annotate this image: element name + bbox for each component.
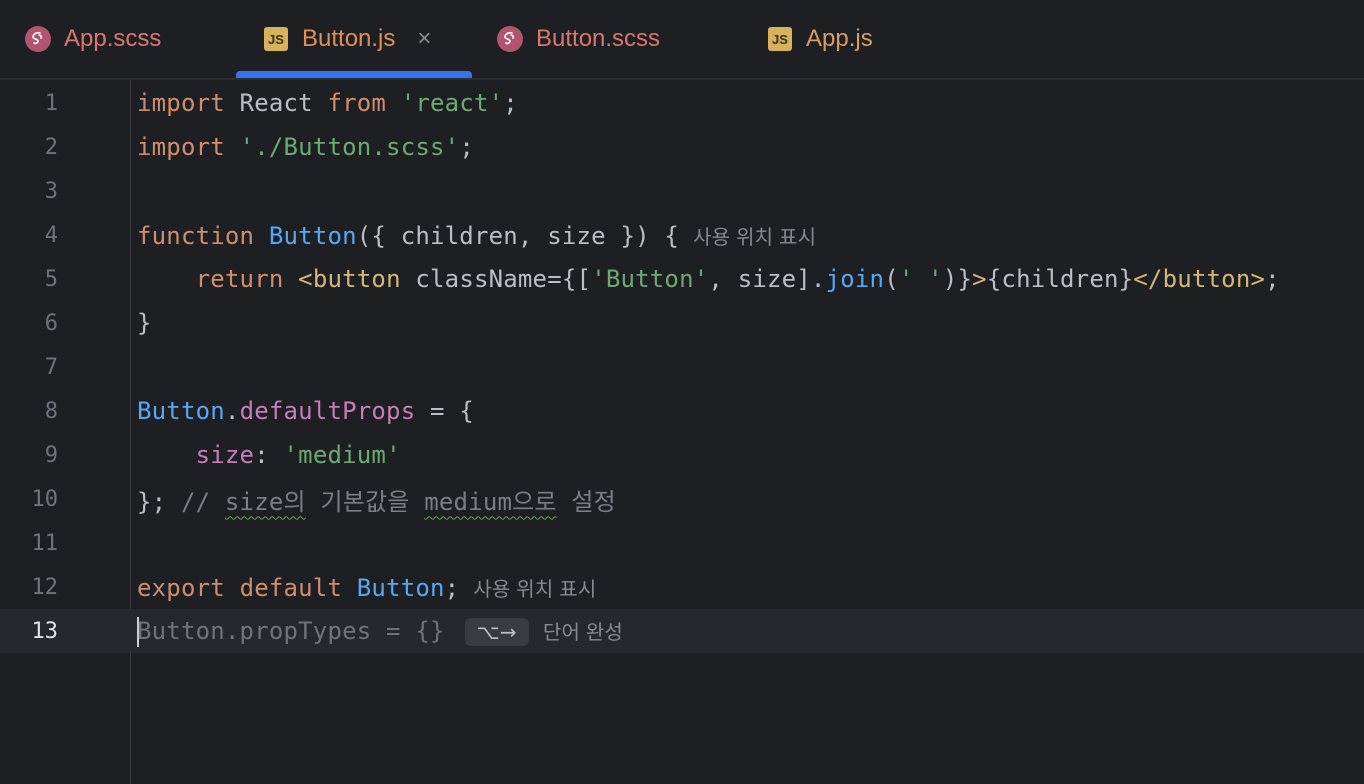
code-line[interactable]: 9 size: 'medium': [0, 433, 1364, 477]
close-tab-icon[interactable]: ×: [417, 25, 431, 53]
line-number: 11: [31, 530, 59, 556]
tab-button-scss[interactable]: Button.scss: [496, 0, 726, 78]
line-number: 7: [44, 354, 58, 380]
code-line[interactable]: 6 }: [0, 301, 1364, 345]
code-line[interactable]: 4 function Button({ children, size }) {사…: [0, 213, 1364, 257]
tab-label: App.js: [806, 25, 873, 52]
line-number: 8: [44, 398, 58, 424]
code-line[interactable]: 12 export default Button; 사용 위치 표시: [0, 565, 1364, 609]
show-usages-hint[interactable]: 사용 위치 표시: [473, 579, 596, 601]
show-usages-hint[interactable]: 사용 위치 표시: [693, 227, 816, 249]
code-text[interactable]: export default Button; 사용 위치 표시: [137, 573, 596, 602]
tab-label: App.scss: [64, 25, 162, 52]
code-text[interactable]: function Button({ children, size }) {사용 …: [137, 221, 816, 250]
accept-word-shortcut[interactable]: ⌥→: [464, 617, 529, 646]
code-text[interactable]: import React from 'react';: [137, 89, 518, 117]
line-number: 2: [44, 134, 58, 160]
code-text[interactable]: }; // size의 기본값을 medium으로 설정: [137, 482, 616, 517]
sass-file-icon: [496, 25, 524, 53]
code-text[interactable]: size: 'medium': [137, 441, 401, 469]
tab-app-js[interactable]: JS App.js: [766, 0, 946, 78]
spellcheck-word: medium으로: [424, 487, 557, 516]
current-code-line[interactable]: 13 Button.propTypes = {} ⌥→ 단어 완성: [0, 609, 1364, 653]
code-line[interactable]: 8 Button.defaultProps = {: [0, 389, 1364, 433]
code-line[interactable]: 11: [0, 521, 1364, 565]
line-number: 12: [31, 574, 59, 600]
javascript-file-icon: JS: [766, 25, 794, 53]
inline-completion-suggestion: Button.propTypes = {}: [137, 616, 445, 645]
code-text[interactable]: Button.propTypes = {} ⌥→ 단어 완성: [137, 616, 623, 647]
code-line[interactable]: 5 return <button className={['Button', s…: [0, 257, 1364, 301]
spellcheck-word: size의: [224, 487, 306, 516]
sass-file-icon: [24, 25, 52, 53]
line-number: 13: [31, 618, 59, 644]
tab-app-scss[interactable]: App.scss: [24, 0, 224, 78]
javascript-file-icon: JS: [262, 25, 290, 53]
tab-label: Button.js: [302, 25, 396, 52]
tab-label: Button.scss: [536, 25, 661, 52]
line-number: 3: [44, 178, 58, 204]
line-number: 9: [44, 442, 58, 468]
code-line[interactable]: 3: [0, 169, 1364, 213]
line-number: 6: [44, 310, 58, 336]
code-text[interactable]: }: [137, 309, 152, 337]
code-line[interactable]: 2 import './Button.scss';: [0, 125, 1364, 169]
line-number: 4: [44, 222, 58, 248]
line-number: 10: [31, 486, 59, 512]
line-number: 5: [44, 266, 58, 292]
code-text[interactable]: return <button className={['Button', siz…: [137, 265, 1280, 293]
code-line[interactable]: 7: [0, 345, 1364, 389]
tab-button-js[interactable]: JS Button.js ×: [236, 0, 472, 78]
code-text[interactable]: Button.defaultProps = {: [137, 397, 474, 425]
code-text[interactable]: import './Button.scss';: [137, 133, 474, 161]
code-line[interactable]: 1 import React from 'react';: [0, 81, 1364, 125]
editor-tab-bar: App.scss JS Button.js × Button.scss JS A…: [0, 0, 1364, 80]
line-number: 1: [44, 90, 58, 116]
complete-word-hint: 단어 완성: [542, 621, 624, 644]
code-line[interactable]: 10 }; // size의 기본값을 medium으로 설정: [0, 477, 1364, 521]
